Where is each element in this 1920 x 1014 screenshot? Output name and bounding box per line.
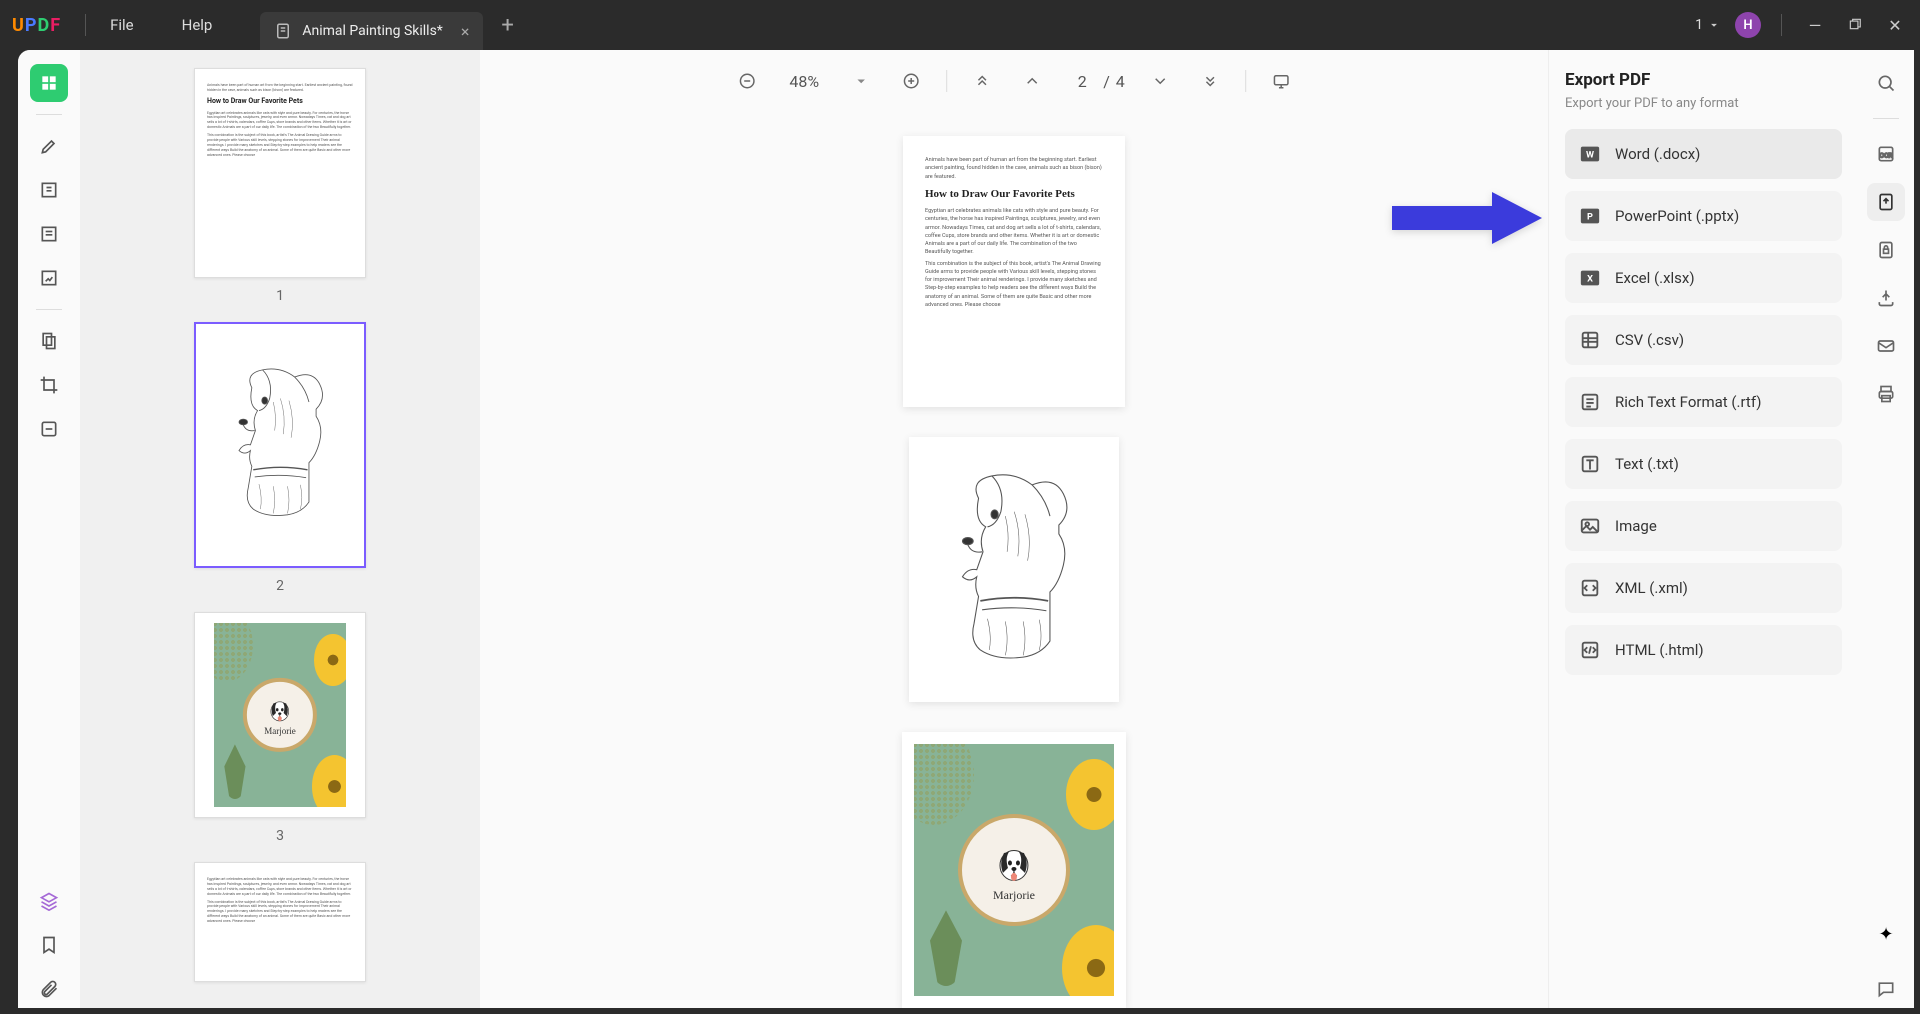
export-html-button[interactable]: HTML (.html) <box>1565 625 1842 675</box>
powerpoint-icon: P <box>1579 205 1601 227</box>
reading-tool[interactable] <box>30 215 68 253</box>
zoom-out-button[interactable] <box>732 66 762 96</box>
total-pages: 4 <box>1116 72 1125 91</box>
view-toolbar: 48% 2 / 4 <box>722 60 1306 102</box>
redact-tool[interactable] <box>30 410 68 448</box>
export-image-button[interactable]: Image <box>1565 501 1842 551</box>
notif-count: 1 <box>1695 17 1703 33</box>
protect-button[interactable] <box>1867 231 1905 269</box>
pages-viewport[interactable]: Animals have been part of human art from… <box>480 110 1548 1008</box>
separator <box>1781 14 1782 36</box>
export-word-button[interactable]: W Word (.docx) <box>1565 129 1842 179</box>
image-icon <box>1579 515 1601 537</box>
left-tool-rail <box>18 50 80 1008</box>
share-button[interactable] <box>1867 279 1905 317</box>
edit-text-tool[interactable] <box>30 171 68 209</box>
export-csv-button[interactable]: CSV (.csv) <box>1565 315 1842 365</box>
organize-pages-tool[interactable] <box>30 322 68 360</box>
next-page-button[interactable] <box>1145 66 1175 96</box>
menu-help[interactable]: Help <box>182 16 213 34</box>
ai-assistant-button[interactable]: ✦ <box>1872 920 1900 948</box>
document-icon <box>274 22 292 40</box>
csv-icon <box>1579 329 1601 351</box>
attachment-tool[interactable] <box>30 970 68 1008</box>
page-indicator: 2 / 4 <box>1067 72 1125 91</box>
zoom-dropdown[interactable] <box>846 66 876 96</box>
highlight-arrow-icon <box>1392 190 1542 250</box>
thumbnail-page-3[interactable]: Marjorie <box>194 612 366 818</box>
separator <box>36 309 62 310</box>
export-button[interactable] <box>1867 183 1905 221</box>
workspace: Animals have been part of human art from… <box>18 50 1914 1008</box>
titlebar: UPDF File Help Animal Painting Skills* ×… <box>0 0 1920 50</box>
separator <box>946 70 947 92</box>
app-logo: UPDF <box>12 15 61 36</box>
html-icon <box>1579 639 1601 661</box>
export-excel-button[interactable]: X Excel (.xlsx) <box>1565 253 1842 303</box>
export-rtf-button[interactable]: Rich Text Format (.rtf) <box>1565 377 1842 427</box>
layers-tool[interactable] <box>30 882 68 920</box>
search-button[interactable] <box>1867 64 1905 102</box>
presentation-button[interactable] <box>1266 66 1296 96</box>
window-close-button[interactable]: ✕ <box>1882 16 1908 35</box>
menu-file[interactable]: File <box>110 16 134 34</box>
separator <box>1873 118 1899 119</box>
export-xml-button[interactable]: XML (.xml) <box>1565 563 1842 613</box>
notifications-button[interactable]: 1 <box>1695 17 1721 33</box>
text-icon <box>1579 453 1601 475</box>
window-maximize-button[interactable] <box>1842 16 1868 35</box>
thumbnail-page-4[interactable]: Egyptian art celebrates animals like cat… <box>194 862 366 982</box>
export-powerpoint-button[interactable]: P PowerPoint (.pptx) <box>1565 191 1842 241</box>
highlighter-tool[interactable] <box>30 127 68 165</box>
separator <box>85 14 86 36</box>
separator <box>1245 70 1246 92</box>
rtf-icon <box>1579 391 1601 413</box>
page-3[interactable]: Marjorie <box>902 732 1126 1008</box>
svg-text:OCR: OCR <box>1879 151 1892 159</box>
dog-sketch-icon <box>209 342 352 548</box>
zoom-in-button[interactable] <box>896 66 926 96</box>
last-page-button[interactable] <box>1195 66 1225 96</box>
current-page[interactable]: 2 <box>1067 72 1097 91</box>
window-minimize-button[interactable]: — <box>1802 16 1828 35</box>
thumb-number: 1 <box>276 288 284 304</box>
export-text-button[interactable]: Text (.txt) <box>1565 439 1842 489</box>
export-panel-subtitle: Export your PDF to any format <box>1565 96 1842 111</box>
comment-button[interactable] <box>1867 970 1905 1008</box>
tab-title: Animal Painting Skills* <box>302 23 442 39</box>
svg-text:P: P <box>1587 213 1593 223</box>
xml-icon <box>1579 577 1601 599</box>
thumbnail-page-2[interactable] <box>194 322 366 568</box>
page-2[interactable] <box>909 437 1119 702</box>
separator <box>36 114 62 115</box>
ocr-button[interactable]: OCR <box>1867 135 1905 173</box>
prev-page-button[interactable] <box>1017 66 1047 96</box>
bookmark-tool[interactable] <box>30 926 68 964</box>
word-icon: W <box>1579 143 1601 165</box>
document-canvas[interactable]: 48% 2 / 4 Animals have been part of huma… <box>480 50 1548 1008</box>
svg-text:W: W <box>1586 151 1594 161</box>
page-1[interactable]: Animals have been part of human art from… <box>903 136 1125 407</box>
thumb-number: 3 <box>276 828 284 844</box>
right-tool-rail: OCR ✦ <box>1858 50 1914 1008</box>
thumbnail-page-1[interactable]: Animals have been part of human art from… <box>194 68 366 278</box>
crop-tool[interactable] <box>30 366 68 404</box>
zoom-value: 48% <box>782 72 826 91</box>
svg-text:X: X <box>1587 275 1593 285</box>
form-tool[interactable] <box>30 259 68 297</box>
new-tab-button[interactable]: + <box>501 13 513 38</box>
email-button[interactable] <box>1867 327 1905 365</box>
first-page-button[interactable] <box>967 66 997 96</box>
print-button[interactable] <box>1867 375 1905 413</box>
excel-icon: X <box>1579 267 1601 289</box>
thumb-number: 2 <box>276 578 284 594</box>
thumbnails-tool[interactable] <box>30 64 68 102</box>
thumbnails-panel[interactable]: Animals have been part of human art from… <box>80 50 480 1008</box>
document-tab[interactable]: Animal Painting Skills* × <box>260 12 483 50</box>
dog-sketch-icon <box>925 457 1104 682</box>
user-avatar[interactable]: H <box>1735 12 1761 38</box>
tab-close-button[interactable]: × <box>461 22 470 41</box>
export-panel: Export PDF Export your PDF to any format… <box>1548 50 1858 1008</box>
export-panel-title: Export PDF <box>1565 70 1842 90</box>
